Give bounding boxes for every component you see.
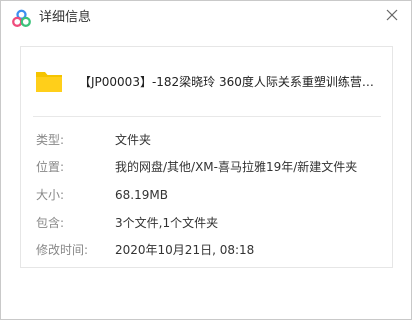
folder-icon — [36, 72, 62, 92]
title-bar: 详细信息 — [1, 1, 411, 35]
details-dialog: 详细信息 【JP00003】-182梁晓玲 360度人际关系重塑训练营【合集】 … — [0, 0, 412, 320]
type-value: 文件夹 — [115, 133, 152, 147]
size-value: 68.19MB — [115, 188, 168, 202]
file-info-card: 【JP00003】-182梁晓玲 360度人际关系重塑训练营【合集】 类型: 文… — [20, 46, 393, 268]
type-label: 类型: — [36, 133, 65, 147]
location-value: 我的网盘/其他/XM-喜马拉雅19年/新建文件夹 — [115, 160, 358, 174]
modified-label: 修改时间: — [36, 243, 89, 257]
size-label: 大小: — [36, 188, 65, 202]
detail-row-location: 位置: 我的网盘/其他/XM-喜马拉雅19年/新建文件夹 — [21, 159, 392, 175]
dialog-title: 详细信息 — [39, 10, 92, 25]
file-name: 【JP00003】-182梁晓玲 360度人际关系重塑训练营【合集】 — [79, 75, 384, 89]
contains-label: 包含: — [36, 216, 65, 230]
detail-row-contains: 包含: 3个文件,1个文件夹 — [21, 215, 392, 231]
close-icon[interactable] — [381, 3, 405, 29]
contains-value: 3个文件,1个文件夹 — [115, 216, 219, 230]
detail-row-size: 大小: 68.19MB — [21, 187, 392, 203]
cloud-logo-icon — [12, 9, 31, 27]
detail-row-type: 类型: 文件夹 — [21, 132, 392, 148]
divider — [33, 116, 381, 117]
detail-row-modified: 修改时间: 2020年10月21日, 08:18 — [21, 242, 392, 258]
location-label: 位置: — [36, 160, 65, 174]
modified-value: 2020年10月21日, 08:18 — [115, 243, 255, 257]
